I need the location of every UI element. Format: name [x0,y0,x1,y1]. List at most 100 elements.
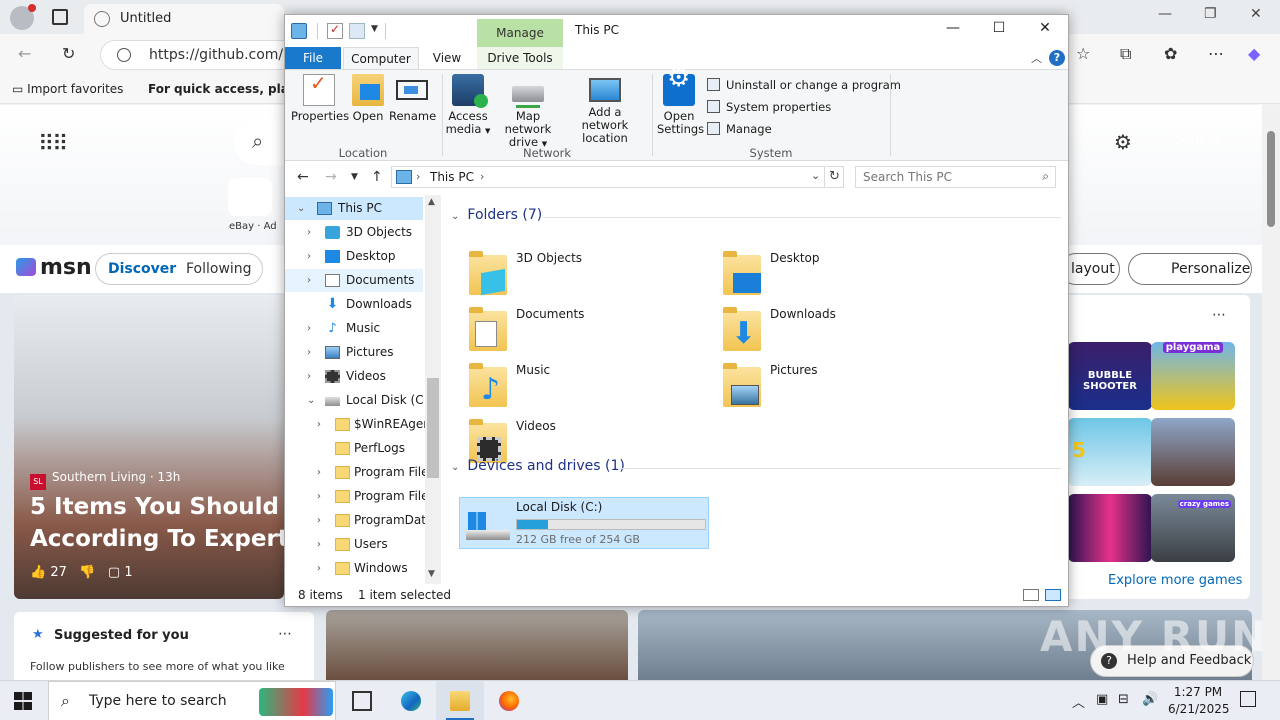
extensions-icon[interactable]: ✿ [1164,44,1177,63]
access-media-button[interactable]: Access media ▼ [445,74,491,138]
news-image-card[interactable] [326,610,628,680]
network-icon[interactable]: ⊟ [1118,692,1129,707]
games-more-icon[interactable]: ⋯ [1212,307,1226,323]
properties-button[interactable]: Properties [291,74,349,123]
tab-view[interactable]: View [421,47,473,69]
scrollbar-thumb[interactable] [1267,131,1275,227]
back-button[interactable]: ← [297,169,309,185]
notifications-icon[interactable] [1240,691,1256,707]
system-properties-button[interactable]: System properties [707,100,831,114]
nav-this-pc[interactable]: ⌄ This PC [285,197,423,220]
ebay-shortcut[interactable] [228,178,272,216]
recent-locations-icon[interactable]: ▼ [351,172,358,182]
collapsed-chevron-icon[interactable]: › [317,533,321,556]
game-tile[interactable] [1068,494,1152,562]
nav-pictures[interactable]: › Pictures [285,341,423,364]
collapsed-chevron-icon[interactable]: › [307,365,311,388]
nav-scrollbar[interactable]: ▲ ▼ [425,195,441,584]
expanded-chevron-icon[interactable]: ⌄ [297,197,305,220]
back-icon[interactable]: ← [18,44,31,63]
game-tile[interactable] [1151,418,1235,486]
import-favorites-link[interactable]: ▭ Import favorites [12,82,123,96]
folder-item-downloads[interactable]: ⬇ Downloads [713,305,963,357]
properties-qat-icon[interactable] [327,22,343,39]
nav-programdata[interactable]: › ProgramData [285,509,433,532]
reload-icon[interactable]: ↻ [62,44,75,63]
collapsed-chevron-icon[interactable]: › [307,317,311,340]
nav-downloads[interactable]: ⬇ Downloads [285,293,423,316]
game-tile[interactable]: 5 [1068,418,1152,486]
chevron-right-icon[interactable]: › [480,170,484,183]
browser-restore-button[interactable]: ❐ [1204,6,1217,22]
more-menu-icon[interactable]: ⋯ [1208,44,1224,63]
suggested-more-icon[interactable]: ⋯ [278,626,292,642]
folder-item-documents[interactable]: Documents [459,305,709,357]
address-bar[interactable]: https://github.com/ac [100,40,310,70]
device-icon[interactable]: ▣ [1096,692,1108,707]
page-scrollbar[interactable] [1262,105,1280,680]
close-button[interactable]: ✕ [1022,20,1068,42]
help-icon[interactable]: ? [1049,50,1065,66]
game-tile[interactable]: BUBBLE SHOOTER [1068,342,1152,410]
collapsed-chevron-icon[interactable]: › [317,557,321,580]
volume-icon[interactable]: 🔊 [1142,692,1158,707]
open-button[interactable]: Open [349,74,387,123]
browser-minimize-button[interactable]: — [1158,6,1172,22]
show-hidden-icons[interactable]: ︿ [1072,692,1085,711]
tab-file[interactable]: File [285,47,341,69]
news-card[interactable]: Southern Living · 13h 5 Items You Should… [14,295,284,599]
this-pc-icon[interactable] [291,23,307,39]
clock[interactable]: 1:27 PM 6/21/2025 [1168,684,1230,718]
breadcrumb[interactable]: This PC [430,170,474,184]
collapsed-chevron-icon[interactable]: › [307,245,311,268]
chevron-right-icon[interactable]: › [416,170,420,183]
devices-group-header[interactable]: ⌄ Devices and drives (1) [451,458,625,474]
scroll-up-icon[interactable]: ▲ [428,197,435,207]
collapsed-chevron-icon[interactable]: › [317,485,321,508]
nav-program-files-x86[interactable]: › Program Files (x86) [285,485,441,508]
favorite-star-icon[interactable]: ☆ [1076,44,1090,63]
task-view-button[interactable] [338,681,386,720]
personalize-button[interactable]: Personalize [1128,253,1252,285]
edge-taskbar-button[interactable] [387,681,435,720]
forward-button[interactable]: → [325,169,337,185]
tab-following[interactable]: Following [186,261,252,277]
tab-discover[interactable]: Discover [108,261,176,277]
nav-users[interactable]: › Users [285,533,423,556]
scroll-down-icon[interactable]: ▼ [428,569,435,579]
firefox-taskbar-button[interactable] [485,681,533,720]
apps-grid-icon[interactable]: ⠿⠿ [38,132,68,157]
collapsed-chevron-icon[interactable]: › [307,341,311,364]
qat-customize-icon[interactable]: ▼ [371,24,378,34]
folder-item-pictures[interactable]: Pictures [713,361,963,413]
msn-logo[interactable]: msn [16,255,92,280]
collapsed-chevron-icon[interactable]: › [317,413,321,436]
file-explorer-taskbar-button[interactable] [436,681,484,720]
settings-gear-icon[interactable]: ⚙ [1114,130,1132,154]
sign-in-link[interactable]: Sign in [1175,133,1219,148]
expanded-chevron-icon[interactable]: ⌄ [307,389,315,412]
like-icon[interactable]: 👍 [30,565,46,580]
collapse-ribbon-icon[interactable]: ︿ [1031,50,1042,66]
search-icon[interactable]: ⌕ [1042,169,1049,184]
nav-perflogs[interactable]: PerfLogs [285,437,423,460]
minimize-button[interactable]: — [930,20,976,42]
folder-item-3d-objects[interactable]: 3D Objects [459,249,709,301]
tiles-view-icon[interactable] [1045,589,1061,601]
up-button[interactable]: ↑ [371,169,383,185]
browser-tab[interactable]: Untitled [84,4,284,34]
details-view-icon[interactable] [1023,589,1039,601]
uninstall-program-button[interactable]: Uninstall or change a program [707,78,901,92]
collapsed-chevron-icon[interactable]: › [307,221,311,244]
address-box[interactable]: › This PC › ⌄ [391,166,825,188]
collapsed-chevron-icon[interactable]: › [317,461,321,484]
layout-button[interactable]: layout [1060,253,1120,285]
open-settings-button[interactable]: Open Settings [657,72,704,136]
folder-item-desktop[interactable]: Desktop [713,249,963,301]
site-info-icon[interactable] [117,48,131,62]
profile-avatar[interactable] [10,4,36,30]
tab-drive-tools[interactable]: Drive Tools [477,47,563,69]
collections-icon[interactable]: ⧉ [1120,44,1131,64]
tab-actions-icon[interactable] [52,9,68,25]
manage-button[interactable]: Manage [707,122,772,136]
